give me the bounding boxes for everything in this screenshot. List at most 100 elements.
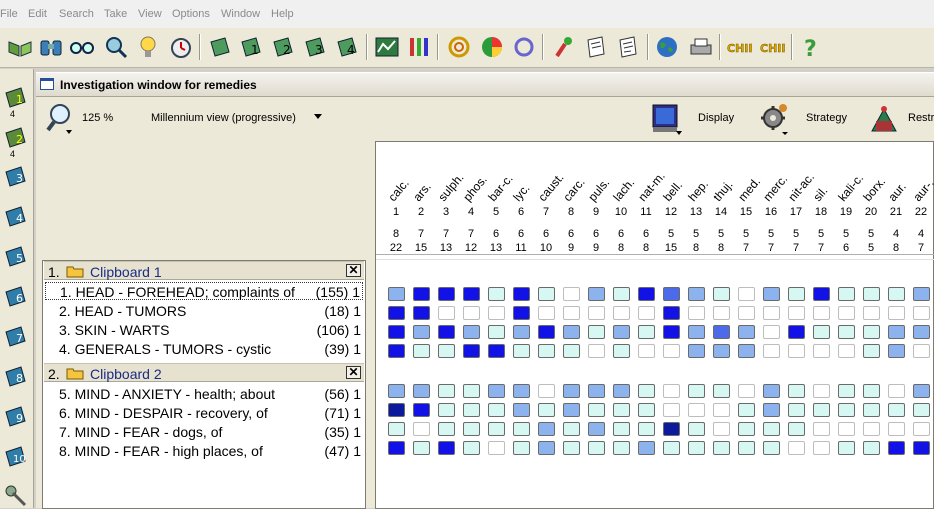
zoom-level[interactable]: 125 % xyxy=(82,112,113,124)
scroll-2-icon[interactable] xyxy=(615,34,641,60)
grade-cell[interactable] xyxy=(888,422,905,436)
grade-cell[interactable] xyxy=(538,441,555,455)
grade-cell[interactable] xyxy=(488,422,505,436)
grade-cell[interactable] xyxy=(713,403,730,417)
grade-cell[interactable] xyxy=(513,325,530,339)
remedy-name[interactable]: thuj. xyxy=(710,178,735,204)
grade-cell[interactable] xyxy=(538,287,555,301)
clipboard-5-icon[interactable]: 5 xyxy=(3,244,29,268)
grade-cell[interactable] xyxy=(863,344,880,358)
grade-cell[interactable] xyxy=(488,384,505,398)
restrict-icon[interactable] xyxy=(868,103,900,135)
grade-cell[interactable] xyxy=(688,403,705,417)
grade-cell[interactable] xyxy=(413,287,430,301)
grade-cell[interactable] xyxy=(463,403,480,417)
grade-cell[interactable] xyxy=(663,422,680,436)
grade-cell[interactable] xyxy=(813,384,830,398)
clipboard-2-icon[interactable]: 2 xyxy=(270,34,296,60)
grade-cell[interactable] xyxy=(563,403,580,417)
display-button[interactable]: Display xyxy=(698,112,734,124)
menu-window[interactable]: Window xyxy=(221,8,260,20)
grade-cell[interactable] xyxy=(838,287,855,301)
close-icon[interactable]: ✕ xyxy=(346,264,361,277)
grade-cell[interactable] xyxy=(613,403,630,417)
grade-cell[interactable] xyxy=(488,306,505,320)
grade-cell[interactable] xyxy=(688,287,705,301)
display-icon[interactable] xyxy=(650,101,684,137)
grade-cell[interactable] xyxy=(738,441,755,455)
grade-cell[interactable] xyxy=(913,403,930,417)
grade-cell[interactable] xyxy=(588,306,605,320)
grade-cell[interactable] xyxy=(463,422,480,436)
grade-cell[interactable] xyxy=(863,422,880,436)
grade-cell[interactable] xyxy=(488,403,505,417)
rubric-row[interactable]: 3. SKIN - WARTS (106) 1 xyxy=(45,321,363,339)
grade-cell[interactable] xyxy=(438,306,455,320)
rubric-row[interactable]: 7. MIND - FEAR - dogs, of (35) 1 xyxy=(45,423,363,441)
globe-icon[interactable] xyxy=(654,34,680,60)
grade-cell[interactable] xyxy=(588,441,605,455)
grade-cell[interactable] xyxy=(513,441,530,455)
grade-cell[interactable] xyxy=(913,287,930,301)
remedy-name[interactable]: ars. xyxy=(410,180,434,204)
grade-cell[interactable] xyxy=(888,403,905,417)
grade-cell[interactable] xyxy=(688,344,705,358)
menu-take[interactable]: Take xyxy=(104,8,127,20)
clipboard-8-icon[interactable]: 8 xyxy=(3,364,29,388)
grade-cell[interactable] xyxy=(788,422,805,436)
grade-cell[interactable] xyxy=(613,422,630,436)
grade-cell[interactable] xyxy=(813,422,830,436)
grade-cell[interactable] xyxy=(813,344,830,358)
grade-cell[interactable] xyxy=(788,441,805,455)
grade-cell[interactable] xyxy=(538,422,555,436)
chip-icon[interactable]: CHIP xyxy=(726,34,752,60)
remedy-name[interactable]: bar-c. xyxy=(485,171,515,204)
graph-icon[interactable] xyxy=(374,34,400,60)
remedy-name[interactable]: merc. xyxy=(760,172,790,204)
menu-file[interactable]: File xyxy=(0,8,18,20)
clipboard-1-icon[interactable]: 1 xyxy=(238,34,264,60)
grade-cell[interactable] xyxy=(713,344,730,358)
grade-cell[interactable] xyxy=(788,403,805,417)
remedy-name[interactable]: nat-m. xyxy=(635,169,668,204)
help-icon[interactable]: ? xyxy=(798,34,824,60)
grade-cell[interactable] xyxy=(613,306,630,320)
chip-2-icon[interactable]: CHIP xyxy=(759,34,785,60)
clipboard-2-icon[interactable]: 2 xyxy=(3,125,29,149)
clipboard-2-header[interactable]: 2. Clipboard 2 ✕ xyxy=(44,363,364,382)
remedy-name[interactable]: aur. xyxy=(885,180,909,204)
grade-cell[interactable] xyxy=(563,344,580,358)
restrict-button[interactable]: Restr xyxy=(908,112,934,124)
clipboard-icon[interactable] xyxy=(207,34,233,60)
grade-cell[interactable] xyxy=(663,344,680,358)
grade-cell[interactable] xyxy=(788,344,805,358)
test-tubes-icon[interactable] xyxy=(406,34,432,60)
grade-cell[interactable] xyxy=(788,384,805,398)
grade-cell[interactable] xyxy=(388,422,405,436)
remedy-name[interactable]: caust. xyxy=(535,170,566,204)
grade-cell[interactable] xyxy=(838,422,855,436)
grade-cell[interactable] xyxy=(663,403,680,417)
lightbulb-icon[interactable] xyxy=(135,34,161,60)
grade-cell[interactable] xyxy=(413,344,430,358)
grade-cell[interactable] xyxy=(688,325,705,339)
grade-cell[interactable] xyxy=(688,306,705,320)
grade-cell[interactable] xyxy=(863,306,880,320)
grade-cell[interactable] xyxy=(713,441,730,455)
grade-cell[interactable] xyxy=(613,384,630,398)
grade-cell[interactable] xyxy=(888,325,905,339)
grade-cell[interactable] xyxy=(413,403,430,417)
circle-arrows-icon[interactable] xyxy=(511,34,537,60)
grade-cell[interactable] xyxy=(438,325,455,339)
grade-cell[interactable] xyxy=(813,441,830,455)
grade-cell[interactable] xyxy=(513,403,530,417)
grade-cell[interactable] xyxy=(513,287,530,301)
remedy-name[interactable]: calc. xyxy=(385,176,412,204)
grade-cell[interactable] xyxy=(563,287,580,301)
grade-cell[interactable] xyxy=(438,441,455,455)
grade-cell[interactable] xyxy=(488,344,505,358)
menu-view[interactable]: View xyxy=(138,8,162,20)
rubric-row[interactable]: 5. MIND - ANXIETY - health; about (56) 1 xyxy=(45,385,363,403)
grade-cell[interactable] xyxy=(438,344,455,358)
grade-cell[interactable] xyxy=(563,441,580,455)
